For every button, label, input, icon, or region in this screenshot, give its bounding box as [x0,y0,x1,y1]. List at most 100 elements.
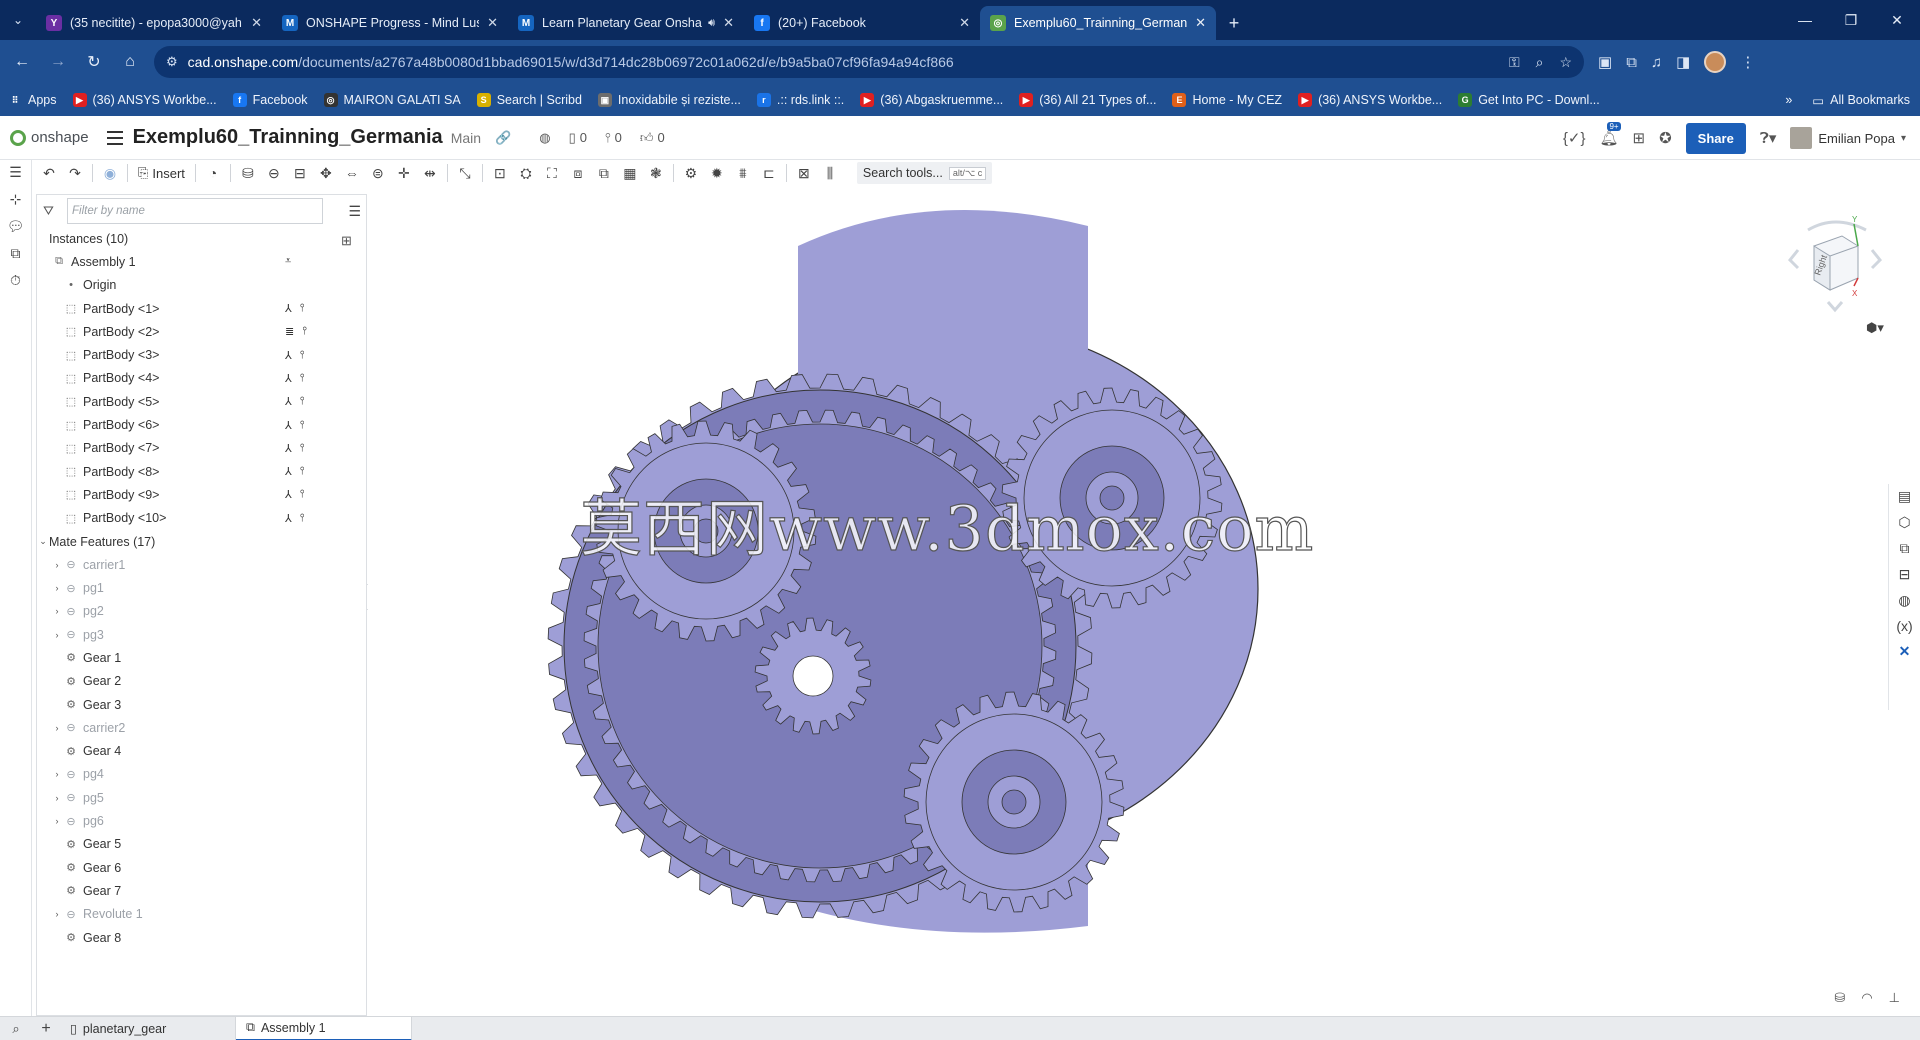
expand-chevron-icon[interactable]: › [51,723,63,733]
learning-center-icon[interactable]: ✪ [1659,129,1672,147]
replicate-icon[interactable]: ⧈ [565,162,591,184]
tangent-icon[interactable]: ⤡ [452,162,478,184]
mate-connector-indicator-icon[interactable]: ⫯ [300,488,305,501]
browser-tab[interactable]: ◎ Exemplu60_Trainning_Germania ✕ [980,6,1216,40]
comments-icon[interactable]: 💬︎ [7,218,25,235]
instance-row[interactable]: ⬚ PartBody <5> ⅄ ⫯ [37,390,366,413]
mirror-icon[interactable]: ▦ [617,162,643,184]
rack-pinion-icon[interactable]: ✹ [704,162,730,184]
more-bookmarks-icon[interactable]: » [1785,93,1792,107]
mate-connector-indicator-icon[interactable]: ⫯ [300,465,305,478]
instance-row[interactable]: ⬚ PartBody <4> ⅄ ⫯ [37,367,366,390]
planar-icon[interactable]: ✥ [313,162,339,184]
variables-icon[interactable]: (x) [1896,618,1912,634]
slider-icon[interactable]: ⊟ [287,162,313,184]
mate-connector-indicator-icon[interactable]: ⫯ [300,302,305,315]
zoom-icon[interactable]: ⌕ [1536,54,1544,71]
screw-relation-icon[interactable]: ⩩ [730,162,756,184]
view-cube[interactable]: Right Y X [1780,206,1890,316]
bookmark-item[interactable]: ▶ (36) Abgaskruemme... [860,93,1003,107]
instance-row[interactable]: ⬚ PartBody <3> ⅄ ⫯ [37,343,366,366]
back-icon[interactable]: ← [4,44,40,80]
mate-row[interactable]: ⚙ Gear 3 [37,693,366,716]
history-icon[interactable]: ⏱︎ [10,272,21,289]
onshape-logo[interactable]: onshape [10,129,89,146]
explode-icon[interactable]: ❃ [643,162,669,184]
mate-row[interactable]: › ⊖ pg1 [37,576,366,599]
share-button[interactable]: Share [1685,122,1746,154]
minimize-icon[interactable]: — [1782,0,1828,40]
app-store-icon[interactable]: ⊞ [1633,129,1646,147]
expand-chevron-icon[interactable]: › [51,909,63,919]
password-key-icon[interactable]: ⚿ [1509,54,1520,71]
view-options-icon[interactable]: ⬢▾ [1866,320,1884,336]
hamburger-menu-icon[interactable] [106,130,123,145]
globe-icon[interactable]: ◍ [539,130,550,146]
mate-row[interactable]: ⚙ Gear 4 [37,740,366,763]
undo-icon[interactable]: ↶ [36,162,62,184]
browser-tab[interactable]: Y (35 necitite) - epopa3000@yah ✕ [36,6,272,40]
mate-row[interactable]: ⚙ Gear 8 [37,926,366,949]
revolute-icon[interactable]: ⊖ [261,162,287,184]
media-control-icon[interactable]: ♫ [1651,54,1662,71]
notifications-icon[interactable]: 🔔︎ 9+ [1599,122,1621,147]
display-mode-icon[interactable]: ⛁ [1834,990,1845,1006]
insert-button[interactable]: ⎘ Insert [132,165,191,181]
expand-chevron-icon[interactable]: › [51,583,63,593]
ball-icon[interactable]: ✛ [391,162,417,184]
reload-icon[interactable]: ↻ [76,44,112,80]
relation-icon[interactable]: ⛶ [539,162,565,184]
bookmark-star-icon[interactable]: ☆ [1559,54,1572,71]
tab-close-icon[interactable]: ✕ [959,15,970,31]
mates-header[interactable]: ⌄ Mate Features (17) [37,530,366,553]
bookmark-item[interactable]: ▶ (36) ANSYS Workbe... [1298,93,1442,107]
browser-menu-icon[interactable]: ⋮ [1740,53,1755,71]
element-tab[interactable]: ⧉ Assembly 1 [236,1016,412,1040]
expand-chevron-icon[interactable]: › [51,606,63,616]
configurations-icon[interactable]: ⧉ [11,245,21,262]
browser-tab[interactable]: f (20+) Facebook ✕ [744,6,980,40]
tab-search-chevron-icon[interactable]: ⌄ [0,4,36,36]
mate-connector-icon[interactable]: ⛭ [513,162,539,184]
mate-row[interactable]: › ⊖ Revolute 1 [37,903,366,926]
close-window-icon[interactable]: ✕ [1874,0,1920,40]
collapse-chevron-icon[interactable]: ⌄ [37,536,49,547]
pattern-icon[interactable]: ⧉ [591,162,617,184]
mate-connector-indicator-icon[interactable]: ⫯ [300,395,305,408]
render-studio-icon[interactable]: ◍ [1898,592,1910,609]
instance-row[interactable]: ⬚ PartBody <7> ⅄ ⫯ [37,437,366,460]
all-bookmarks-button[interactable]: ▭ All Bookmarks [1812,93,1910,108]
browser-tab[interactable]: M Learn Planetary Gear Onsha 🔊︎ ✕ [508,6,744,40]
mate-connector-indicator-icon[interactable]: ⫯ [300,442,305,455]
tab-close-icon[interactable]: ✕ [487,15,498,31]
pin-slot-icon[interactable]: ⊜ [365,162,391,184]
cylindrical-icon[interactable]: ⇔ [339,162,365,184]
x-app-icon[interactable]: ✕ [1899,643,1911,660]
mate-connector-indicator-icon[interactable]: ⫯ [300,349,305,362]
mate-connector-tool-icon[interactable]: ⊹ [10,191,22,208]
tab-close-icon[interactable]: ✕ [251,15,262,31]
home-icon[interactable]: ⌂ [112,44,148,80]
branch-label[interactable]: Main [451,130,481,146]
instances-header[interactable]: Instances (10) [37,227,366,250]
mate-row[interactable]: ⚙ Gear 6 [37,856,366,879]
add-element-button[interactable]: + [32,1020,60,1038]
restore-icon[interactable]: ❐ [1828,0,1874,40]
fastened-icon[interactable]: ⛁ [235,162,261,184]
instance-status-icon[interactable]: ⅄ [285,512,292,525]
mate-row[interactable]: ⚙ Gear 7 [37,879,366,902]
named-views-icon[interactable]: ⊟ [1899,566,1911,583]
element-tab[interactable]: ▯ planetary_gear [60,1016,236,1040]
render-mode-icon[interactable]: ◠ [1861,990,1872,1006]
instance-status-icon[interactable]: ⅄ [285,395,292,408]
profile-avatar[interactable] [1704,51,1727,73]
graphics-viewport[interactable] [368,186,1888,1016]
redo-icon[interactable]: ↷ [62,162,88,184]
mate-row[interactable]: › ⊖ pg4 [37,763,366,786]
document-title[interactable]: Exemplu60_Trainning_Germania [133,126,443,149]
mate-row[interactable]: ⚙ Gear 5 [37,833,366,856]
feature-list-icon[interactable]: ☰ [9,164,22,181]
extensions-puzzle-icon[interactable]: ⧉ [1626,54,1637,71]
list-options-icon[interactable]: ☰ [348,203,361,220]
search-tools[interactable]: Search tools... alt/⌥ c [856,162,993,184]
